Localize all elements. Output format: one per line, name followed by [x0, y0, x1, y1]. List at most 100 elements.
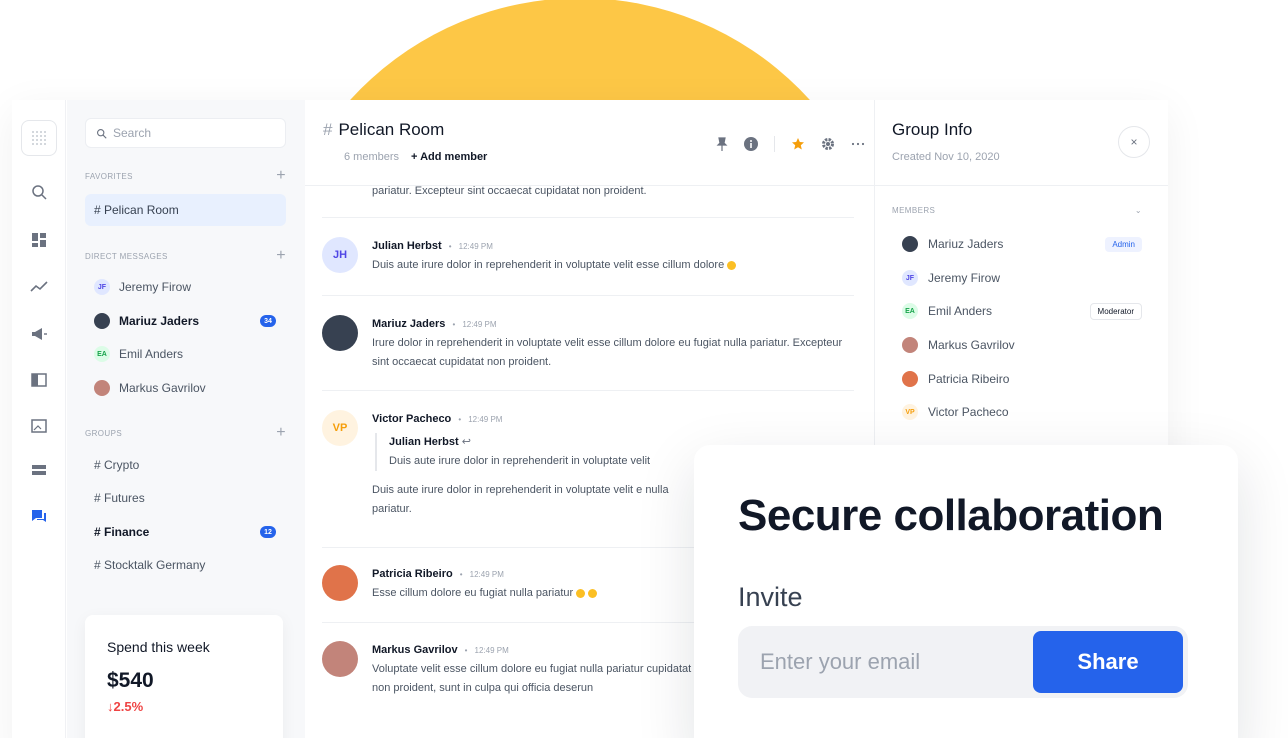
role-badge: Admin — [1105, 236, 1142, 252]
dashboard-icon[interactable] — [27, 228, 51, 252]
megaphone-icon[interactable] — [27, 322, 51, 346]
sidebar-item-emil-anders[interactable]: EA Emil Anders — [85, 338, 286, 370]
message-author: Markus Gavrilov — [372, 644, 458, 656]
message-time: 12:49 PM — [474, 646, 509, 655]
chat-icon[interactable] — [27, 504, 51, 528]
message-dot: • — [458, 415, 462, 424]
member-name: Markus Gavrilov — [928, 338, 1015, 352]
message-text: Duis aute irure dolor in reprehenderit i… — [372, 484, 669, 515]
share-button[interactable]: Share — [1033, 631, 1183, 693]
message-dot: • — [448, 242, 452, 251]
avatar — [94, 313, 110, 329]
member-item[interactable]: EA Emil Anders Moderator — [902, 300, 1142, 322]
avatar — [94, 380, 110, 396]
member-item[interactable]: Markus Gavrilov — [902, 334, 1142, 356]
sidebar-item-futures[interactable]: # Futures — [85, 482, 286, 514]
sidebar-item-stocktalk-germany[interactable]: # Stocktalk Germany — [85, 549, 286, 581]
sidebar-item-crypto[interactable]: # Crypto — [85, 449, 286, 481]
sidebar-item-label: # Crypto — [94, 458, 140, 472]
star-icon[interactable] — [791, 137, 805, 151]
chevron-down-icon[interactable]: ⌄ — [1135, 206, 1142, 215]
header-actions — [716, 136, 865, 152]
avatar — [322, 315, 358, 351]
add-favorite-button[interactable]: + — [276, 168, 286, 184]
hash-icon: # — [323, 120, 333, 139]
message-time: 12:49 PM — [468, 415, 503, 424]
icon-rail — [12, 100, 66, 738]
message-author: Victor Pacheco — [372, 413, 452, 425]
search-input[interactable] — [113, 126, 273, 140]
member-count: 6 members — [344, 151, 400, 163]
member-item[interactable]: Mariuz Jaders Admin — [902, 233, 1142, 255]
divider — [322, 390, 854, 391]
sidebar-item-label: # Stocktalk Germany — [94, 558, 206, 572]
page-title: # Pelican Room — [323, 120, 444, 140]
avatar: JF — [94, 279, 110, 295]
divider — [322, 217, 854, 218]
chat-header: # Pelican Room 6 members + Add member — [305, 100, 875, 186]
rows-icon[interactable] — [27, 458, 51, 482]
member-item[interactable]: JF Jeremy Firow — [902, 267, 1142, 289]
sidebar-item-finance[interactable]: # Finance 12 — [85, 516, 286, 548]
message-dot: • — [452, 320, 456, 329]
sidebar-item-mariuz-jaders[interactable]: Mariuz Jaders 34 — [85, 305, 286, 337]
message-dot: • — [464, 646, 468, 655]
invite-label: Invite — [738, 582, 803, 612]
more-icon[interactable] — [851, 137, 865, 151]
info-icon[interactable] — [744, 137, 758, 151]
spend-delta: ↓2.5% — [107, 699, 144, 714]
invite-form: Share — [738, 626, 1188, 698]
room-name: Pelican Room — [338, 120, 445, 139]
card-heading: Secure collaboration — [738, 491, 1164, 540]
grid-icon[interactable] — [21, 120, 57, 156]
avatar — [902, 371, 918, 387]
layout-icon[interactable] — [27, 368, 51, 392]
unread-badge: 34 — [260, 315, 276, 327]
sidebar-item-markus-gavrilov[interactable]: Markus Gavrilov — [85, 372, 286, 404]
avatar — [902, 337, 918, 353]
spend-title: Spend this week — [107, 639, 210, 655]
avatar — [322, 565, 358, 601]
sidebar-item-label: # Pelican Room — [94, 203, 179, 217]
trend-icon[interactable] — [27, 275, 51, 299]
sidebar-item-label: Mariuz Jaders — [119, 314, 200, 328]
sidebar: FAVORITES + # Pelican Room DIRECT MESSAG… — [67, 100, 305, 738]
quote-author: Julian Herbst — [389, 436, 459, 448]
group-created-date: Created Nov 10, 2020 — [892, 151, 1000, 163]
add-group-button[interactable]: + — [276, 425, 286, 441]
sidebar-item-pelican-room[interactable]: # Pelican Room — [85, 194, 286, 226]
member-name: Victor Pacheco — [928, 405, 1009, 419]
divider — [875, 185, 1168, 186]
pin-icon[interactable] — [716, 137, 728, 151]
member-item[interactable]: VP Victor Pacheco — [902, 401, 1142, 423]
sidebar-item-jeremy-firow[interactable]: JF Jeremy Firow — [85, 271, 286, 303]
search-box[interactable] — [85, 118, 286, 148]
members-header: MEMBERS ⌄ — [892, 206, 1142, 215]
reply-icon: ↩ — [461, 436, 471, 448]
avatar: JF — [902, 270, 918, 286]
message-text: pariatur. Excepteur sint occaecat cupida… — [372, 185, 647, 197]
gear-icon[interactable] — [821, 137, 835, 151]
avatar — [322, 641, 358, 677]
groups-label: GROUPS — [85, 428, 123, 438]
message-text: Voluptate velit esse cillum dolore eu fu… — [372, 663, 692, 694]
add-dm-button[interactable]: + — [276, 248, 286, 264]
direct-messages-label: DIRECT MESSAGES — [85, 251, 168, 261]
email-field[interactable] — [760, 626, 1020, 698]
member-item[interactable]: Patricia Ribeiro — [902, 368, 1142, 390]
add-member-button[interactable]: + Add member — [411, 151, 487, 163]
image-icon[interactable] — [27, 414, 51, 438]
avatar: EA — [902, 303, 918, 319]
close-button[interactable]: × — [1118, 126, 1150, 158]
avatar: VP — [902, 404, 918, 420]
member-name: Jeremy Firow — [928, 271, 1001, 285]
message-time: 12:49 PM — [462, 320, 497, 329]
group-info-title: Group Info — [892, 120, 973, 139]
search-icon[interactable] — [27, 180, 51, 204]
message-time: 12:49 PM — [469, 570, 504, 579]
emoji-icon — [727, 260, 737, 270]
message-item: Mariuz Jaders • 12:49 PM Irure dolor in … — [322, 315, 854, 372]
groups-header: GROUPS + — [85, 425, 286, 441]
message-author: Julian Herbst — [372, 240, 442, 252]
avatar: EA — [94, 346, 110, 362]
